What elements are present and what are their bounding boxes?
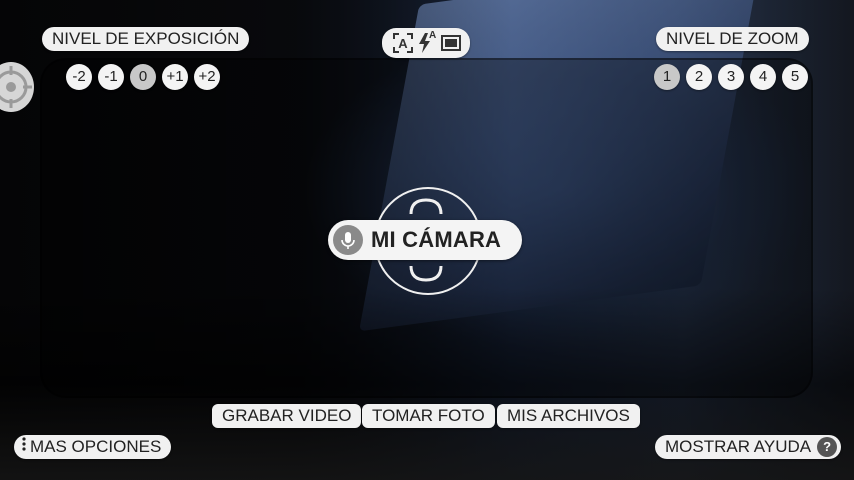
help-icon: ? (817, 437, 838, 457)
exposure-title: NIVEL DE EXPOSICIÓN (42, 27, 250, 51)
flash-auto-label: A (429, 30, 437, 41)
more-options-button[interactable]: MAS OPCIONES (14, 435, 172, 459)
zoom-title: NIVEL DE ZOOM (656, 27, 809, 51)
show-help-label: MOSTRAR AYUDA (665, 437, 812, 456)
camera-title-pill[interactable]: MI CÁMARA (328, 220, 522, 260)
exposure-level-plus1[interactable]: +1 (162, 64, 188, 90)
zoom-level-2[interactable]: 2 (686, 64, 712, 90)
more-options-label: MAS OPCIONES (30, 437, 162, 456)
auto-frame-icon[interactable]: A (392, 32, 414, 54)
more-vertical-icon (22, 437, 26, 451)
exposure-level-0[interactable]: 0 (130, 64, 156, 90)
zoom-level-4[interactable]: 4 (750, 64, 776, 90)
exposure-level--2[interactable]: -2 (66, 64, 92, 90)
show-help-button[interactable]: MOSTRAR AYUDA? (655, 435, 842, 459)
take-photo-button[interactable]: TOMAR FOTO (362, 404, 495, 428)
svg-text:A: A (398, 36, 408, 51)
focus-target-button[interactable] (0, 62, 34, 112)
zoom-level-3[interactable]: 3 (718, 64, 744, 90)
capture-mode-controls: A A (382, 28, 470, 58)
crosshair-icon (0, 66, 32, 108)
microphone-icon[interactable] (333, 225, 363, 255)
my-files-button[interactable]: MIS ARCHIVOS (497, 404, 640, 428)
exposure-level-plus2[interactable]: +2 (194, 64, 220, 90)
aspect-ratio-icon[interactable] (440, 33, 462, 53)
focus-bracket-bottom (409, 265, 443, 282)
record-video-button[interactable]: GRABAR VIDEO (212, 404, 362, 428)
exposure-level--1[interactable]: -1 (98, 64, 124, 90)
camera-title: MI CÁMARA (371, 227, 502, 252)
zoom-level-1[interactable]: 1 (654, 64, 680, 90)
zoom-level-5[interactable]: 5 (782, 64, 808, 90)
focus-bracket-top (409, 198, 443, 215)
